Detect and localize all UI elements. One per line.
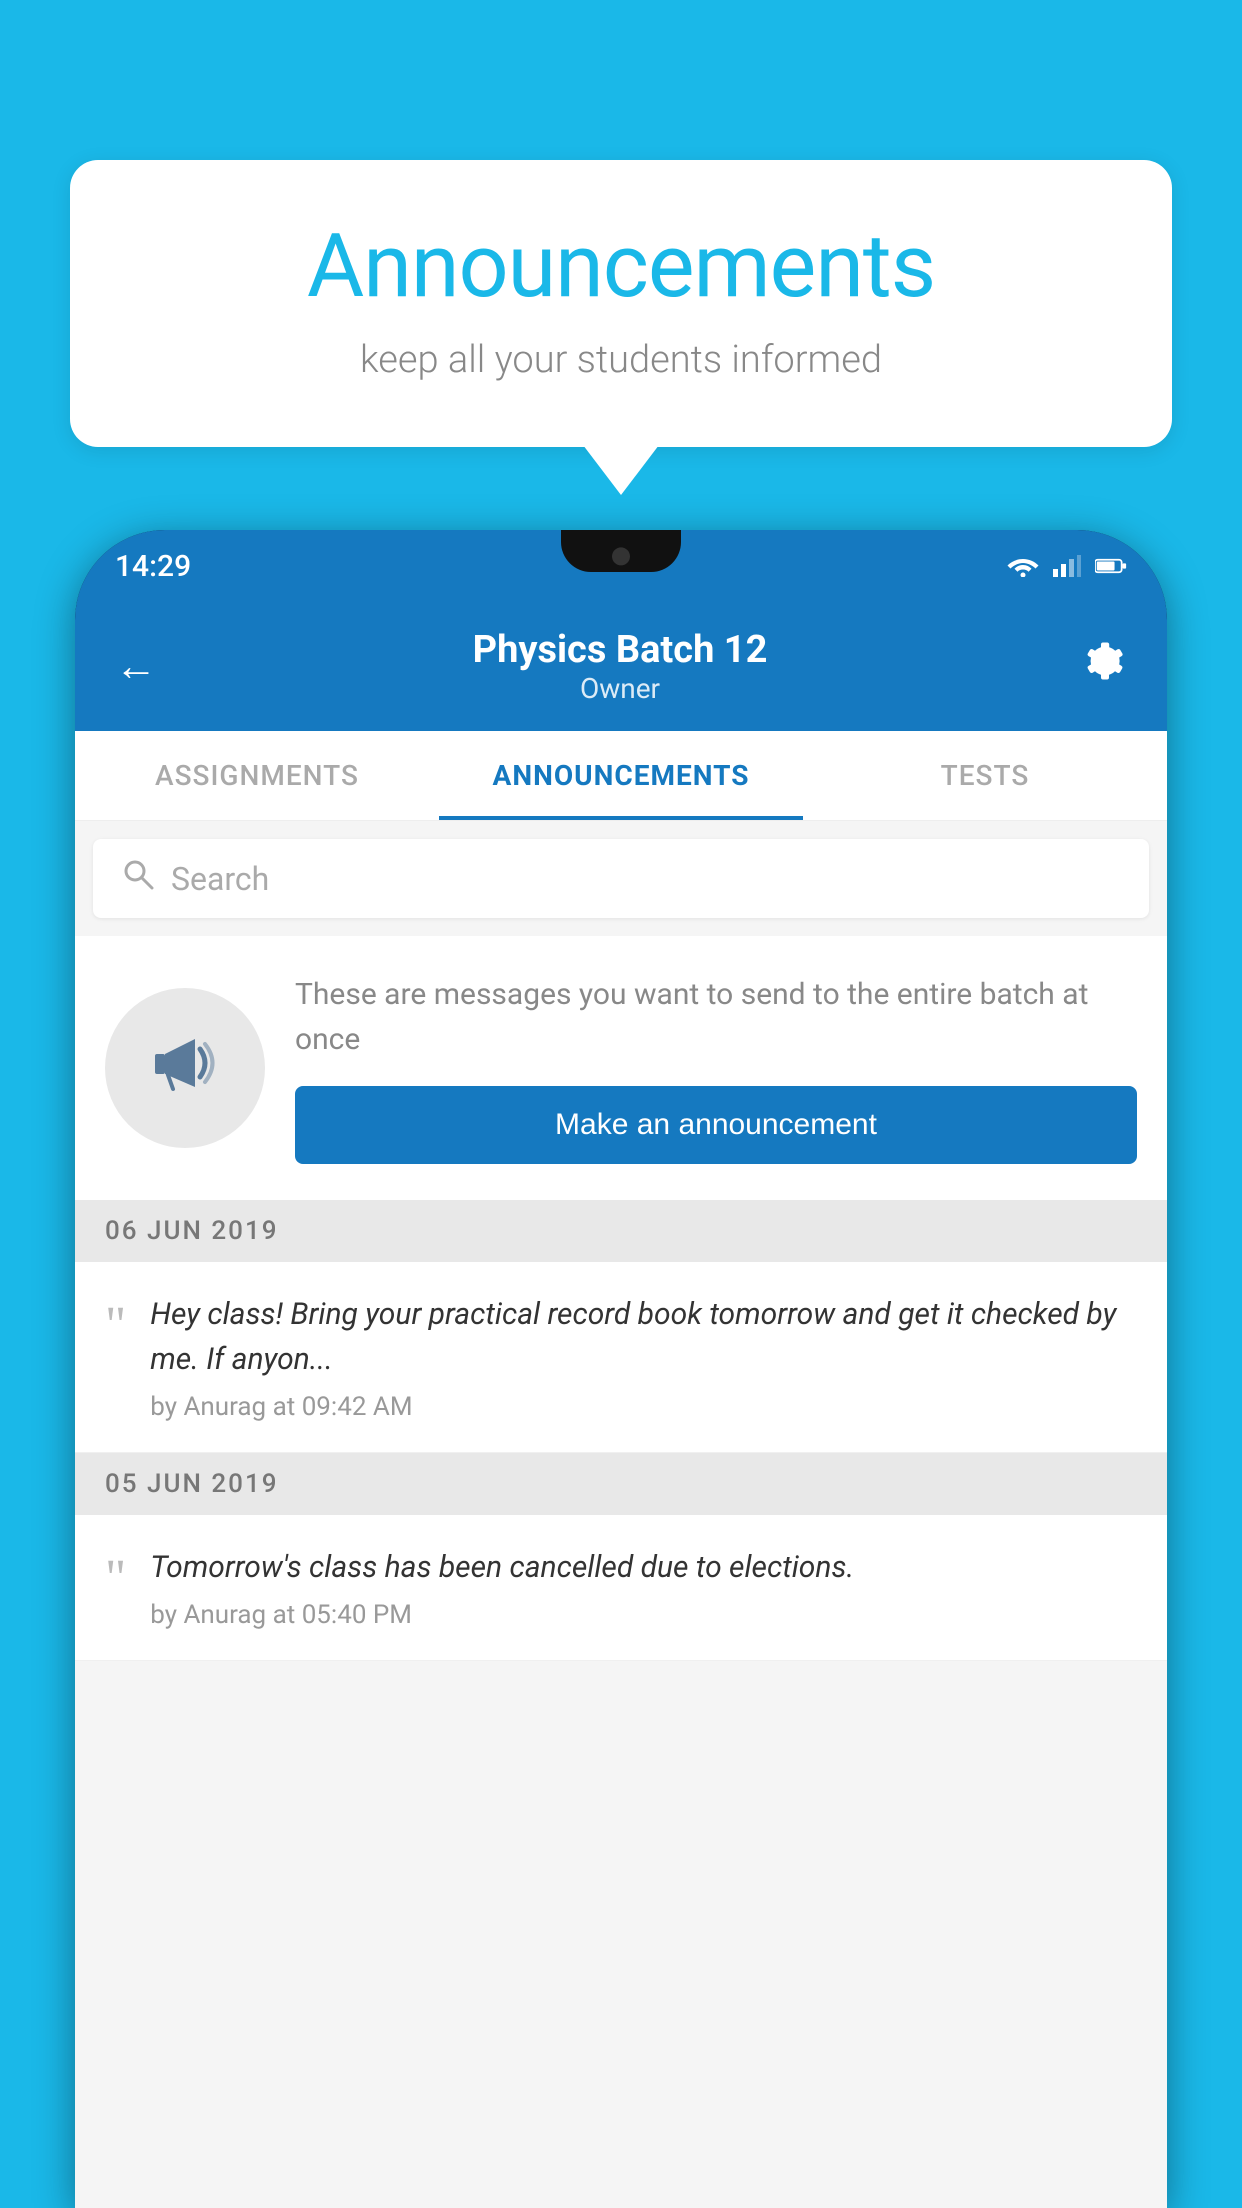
batch-title: Physics Batch 12: [473, 628, 768, 672]
camera: [612, 547, 630, 565]
promo-description: These are messages you want to send to t…: [295, 972, 1137, 1062]
battery-icon: [1095, 555, 1127, 577]
quote-icon-2: ": [105, 1553, 126, 1605]
announcement-text-1: Hey class! Bring your practical record b…: [150, 1292, 1137, 1382]
announcement-meta-2: by Anurag at 05:40 PM: [150, 1600, 1137, 1630]
announcements-title: Announcements: [130, 215, 1112, 318]
announcement-item-2[interactable]: " Tomorrow's class has been cancelled du…: [75, 1515, 1167, 1661]
announcement-meta-1: by Anurag at 09:42 AM: [150, 1392, 1137, 1422]
megaphone-circle: [105, 988, 265, 1148]
promo-card: These are messages you want to send to t…: [75, 936, 1167, 1200]
header-title-area: Physics Batch 12 Owner: [473, 628, 768, 705]
gear-icon: [1083, 639, 1127, 683]
status-bar: 14:29: [75, 530, 1167, 602]
announcement-item-1[interactable]: " Hey class! Bring your practical record…: [75, 1262, 1167, 1453]
phone-frame: 14:29: [75, 530, 1167, 2208]
wifi-icon: [1007, 555, 1039, 577]
status-icons: [1007, 555, 1127, 577]
tab-tests[interactable]: TESTS: [803, 731, 1167, 820]
notch: [561, 530, 681, 572]
search-icon: [121, 857, 155, 900]
status-time: 14:29: [115, 549, 191, 584]
search-placeholder: Search: [171, 860, 269, 898]
app-header: ← Physics Batch 12 Owner: [75, 602, 1167, 731]
announcements-subtitle: keep all your students informed: [130, 338, 1112, 382]
tab-assignments[interactable]: ASSIGNMENTS: [75, 731, 439, 820]
tabs-bar: ASSIGNMENTS ANNOUNCEMENTS TESTS: [75, 731, 1167, 821]
make-announcement-button[interactable]: Make an announcement: [295, 1086, 1137, 1164]
tab-announcements[interactable]: ANNOUNCEMENTS: [439, 731, 803, 820]
quote-icon-1: ": [105, 1300, 126, 1352]
date-separator-2: 05 JUN 2019: [75, 1453, 1167, 1515]
announcement-content-1: Hey class! Bring your practical record b…: [150, 1292, 1137, 1422]
signal-icon: [1051, 555, 1083, 577]
promo-right: These are messages you want to send to t…: [295, 972, 1137, 1164]
app-content: Search These are messages you want to se…: [75, 821, 1167, 2208]
search-bar[interactable]: Search: [93, 839, 1149, 918]
back-button[interactable]: ←: [115, 642, 157, 691]
announcement-content-2: Tomorrow's class has been cancelled due …: [150, 1545, 1137, 1630]
batch-role: Owner: [473, 672, 768, 705]
megaphone-icon: [145, 1019, 225, 1117]
announcement-text-2: Tomorrow's class has been cancelled due …: [150, 1545, 1137, 1590]
date-separator-1: 06 JUN 2019: [75, 1200, 1167, 1262]
speech-bubble-container: Announcements keep all your students inf…: [70, 160, 1172, 447]
settings-button[interactable]: [1083, 639, 1127, 694]
speech-bubble: Announcements keep all your students inf…: [70, 160, 1172, 447]
